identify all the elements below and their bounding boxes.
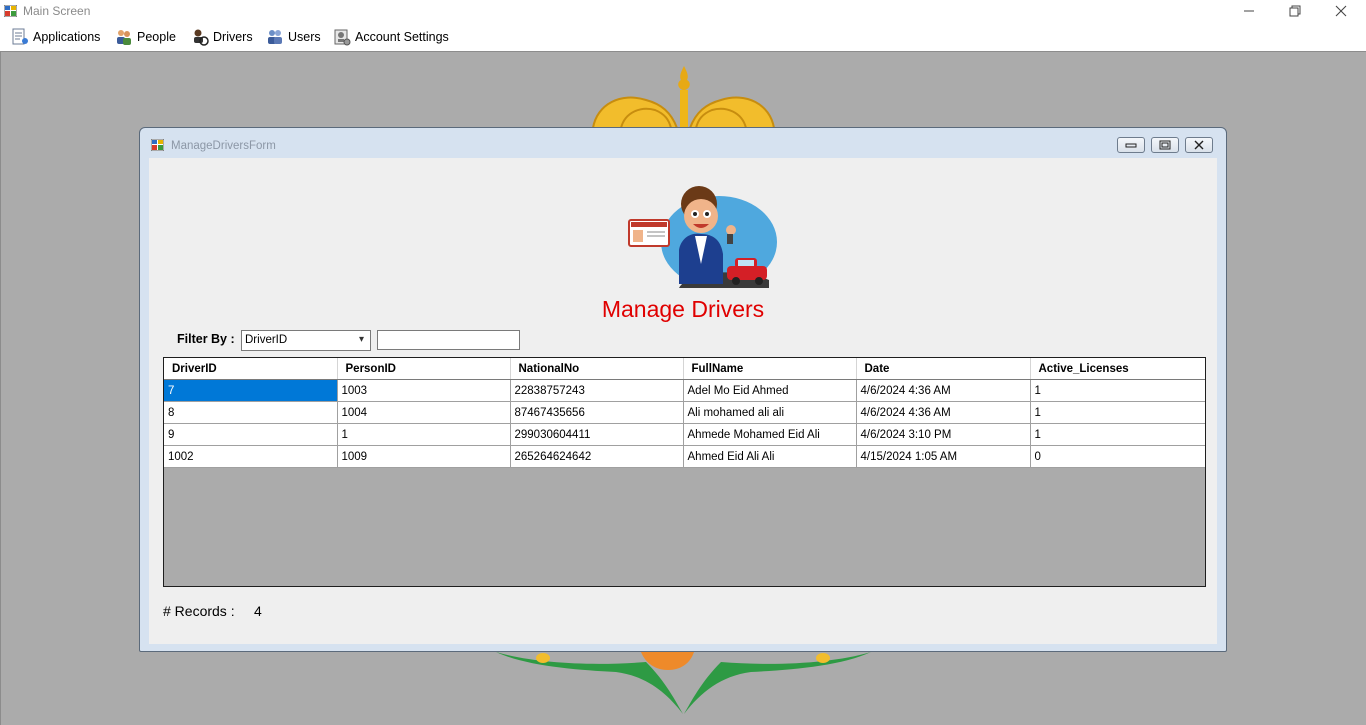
table-header-row: DriverID PersonID NationalNo FullName Da… xyxy=(164,358,1205,380)
column-header[interactable]: FullName xyxy=(683,358,857,380)
drivers-grid[interactable]: DriverID PersonID NationalNo FullName Da… xyxy=(163,357,1206,587)
records-label: # Records : xyxy=(163,603,235,619)
table-row[interactable]: 7 1003 22838757243 Adel Mo Eid Ahmed 4/6… xyxy=(164,379,1205,402)
menu-applications[interactable]: Applications xyxy=(11,26,100,48)
table-cell[interactable]: 1 xyxy=(337,423,511,446)
crown-emblem-top xyxy=(591,66,776,128)
close-icon xyxy=(1194,140,1204,150)
wreath-emblem-bottom xyxy=(496,652,871,714)
form-client-area: Manage Drivers Filter By : DriverID ▾ Dr… xyxy=(149,158,1217,644)
records-count: 4 xyxy=(254,603,262,619)
child-minimize-button[interactable] xyxy=(1117,137,1145,153)
restore-icon[interactable] xyxy=(1272,0,1318,23)
table-cell[interactable]: 1004 xyxy=(337,401,511,424)
table-cell[interactable]: 1003 xyxy=(337,379,511,402)
column-header[interactable]: DriverID xyxy=(164,358,338,380)
table-cell[interactable]: 0 xyxy=(1030,445,1205,468)
table-cell[interactable]: 1 xyxy=(1030,423,1205,446)
table-row[interactable]: 1002 1009 265264624642 Ahmed Eid Ali Ali… xyxy=(164,445,1205,468)
manage-drivers-form: ManageDriversForm Manage Drivers Filter … xyxy=(139,127,1227,652)
table-cell[interactable]: 299030604411 xyxy=(510,423,684,446)
column-header[interactable]: Date xyxy=(856,358,1031,380)
filter-value-input[interactable] xyxy=(377,330,520,350)
child-close-button[interactable] xyxy=(1185,137,1213,153)
window-title: Main Screen xyxy=(23,4,91,18)
table-cell[interactable]: 265264624642 xyxy=(510,445,684,468)
table-cell[interactable]: 1 xyxy=(1030,401,1205,424)
menu-drivers-label: Drivers xyxy=(213,30,253,44)
child-titlebar: ManageDriversForm xyxy=(140,128,1226,158)
table-cell[interactable]: 87467435656 xyxy=(510,401,684,424)
table-cell[interactable]: Adel Mo Eid Ahmed xyxy=(683,379,857,402)
minimize-icon xyxy=(1125,143,1137,148)
people-icon xyxy=(117,30,131,45)
child-window-title: ManageDriversForm xyxy=(171,140,276,152)
form-icon xyxy=(151,139,164,151)
drivers-icon xyxy=(194,29,209,46)
applications-icon xyxy=(12,28,28,45)
table-cell[interactable]: 9 xyxy=(164,423,338,446)
table-cell[interactable]: 8 xyxy=(164,401,338,424)
table-cell[interactable]: 4/6/2024 4:36 AM xyxy=(856,379,1031,402)
menu-applications-label: Applications xyxy=(33,30,101,44)
menu-people[interactable]: People xyxy=(115,26,176,48)
driver-license-illustration xyxy=(628,186,777,288)
account-settings-icon xyxy=(334,29,351,46)
table-cell[interactable]: Ahmede Mohamed Eid Ali xyxy=(683,423,857,446)
users-icon xyxy=(268,30,282,44)
menu-users-label: Users xyxy=(288,30,321,44)
table-cell[interactable]: Ali mohamed ali ali xyxy=(683,401,857,424)
close-icon[interactable] xyxy=(1318,0,1364,23)
maximize-icon xyxy=(1159,140,1171,150)
menu-bar: Applications People Drivers Users Accoun… xyxy=(0,23,1366,51)
app-icon xyxy=(4,5,17,17)
child-maximize-button[interactable] xyxy=(1151,137,1179,153)
filter-selected-value: DriverID xyxy=(245,334,288,346)
menu-account-settings[interactable]: Account Settings xyxy=(333,26,449,48)
column-header[interactable]: NationalNo xyxy=(510,358,684,380)
page-title: Manage Drivers xyxy=(601,296,765,322)
main-titlebar: Main Screen xyxy=(0,0,1366,23)
table-cell[interactable]: 22838757243 xyxy=(510,379,684,402)
chevron-down-icon[interactable]: ▾ xyxy=(353,331,370,350)
filter-label: Filter By : xyxy=(177,332,235,346)
menu-users[interactable]: Users xyxy=(266,26,321,48)
minimize-icon[interactable] xyxy=(1226,0,1272,23)
column-header[interactable]: PersonID xyxy=(337,358,511,380)
menu-drivers[interactable]: Drivers xyxy=(191,26,253,48)
drivers-table: DriverID PersonID NationalNo FullName Da… xyxy=(164,358,1205,468)
table-row[interactable]: 8 1004 87467435656 Ali mohamed ali ali 4… xyxy=(164,401,1205,424)
table-cell[interactable]: 4/15/2024 1:05 AM xyxy=(856,445,1031,468)
table-cell[interactable]: Ahmed Eid Ali Ali xyxy=(683,445,857,468)
table-cell[interactable]: 1009 xyxy=(337,445,511,468)
filter-combobox[interactable]: DriverID ▾ xyxy=(241,330,371,351)
table-cell[interactable]: 1 xyxy=(1030,379,1205,402)
table-cell[interactable]: 7 xyxy=(164,379,338,402)
table-cell[interactable]: 4/6/2024 3:10 PM xyxy=(856,423,1031,446)
table-cell[interactable]: 1002 xyxy=(164,445,338,468)
table-cell[interactable]: 4/6/2024 4:36 AM xyxy=(856,401,1031,424)
table-row[interactable]: 9 1 299030604411 Ahmede Mohamed Eid Ali … xyxy=(164,423,1205,446)
menu-people-label: People xyxy=(137,30,176,44)
menu-account-settings-label: Account Settings xyxy=(355,30,449,44)
column-header[interactable]: Active_Licenses xyxy=(1030,358,1205,380)
